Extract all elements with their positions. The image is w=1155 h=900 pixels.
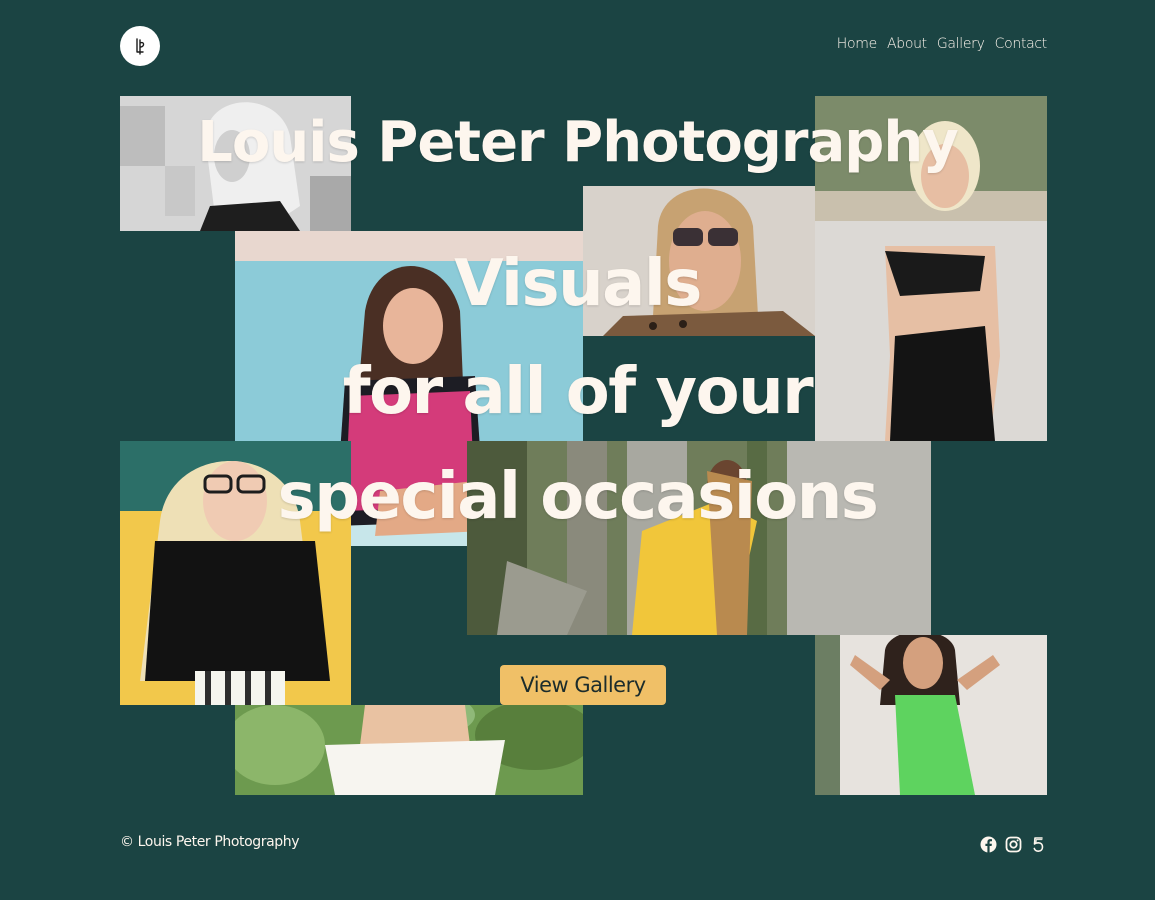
nav-home[interactable]: Home (837, 36, 877, 52)
social-links (980, 836, 1047, 853)
logo[interactable] (120, 26, 160, 66)
photo-white-top (235, 705, 583, 795)
page: Home About Gallery Contact Louis Peter P… (0, 0, 1155, 900)
copyright-text: © Louis Peter Photography (120, 834, 300, 850)
nav-gallery[interactable]: Gallery (937, 36, 985, 52)
lp-monogram-icon (136, 38, 145, 55)
nav-about[interactable]: About (887, 36, 927, 52)
photo-green-dress (815, 635, 1047, 795)
view-gallery-button[interactable]: View Gallery (500, 665, 666, 705)
instagram-icon[interactable] (1005, 836, 1022, 853)
main-nav: Home About Gallery Contact (837, 36, 1048, 52)
facebook-icon[interactable] (980, 836, 997, 853)
500px-icon[interactable] (1030, 836, 1047, 853)
hero-tagline-line-2: for all of your (342, 355, 814, 429)
hero-tagline-line-3: special occasions (277, 460, 879, 534)
hero-tagline-line-1: Visuals (454, 247, 702, 321)
hero-title: Louis Peter Photography (197, 110, 959, 175)
nav-contact[interactable]: Contact (995, 36, 1048, 52)
